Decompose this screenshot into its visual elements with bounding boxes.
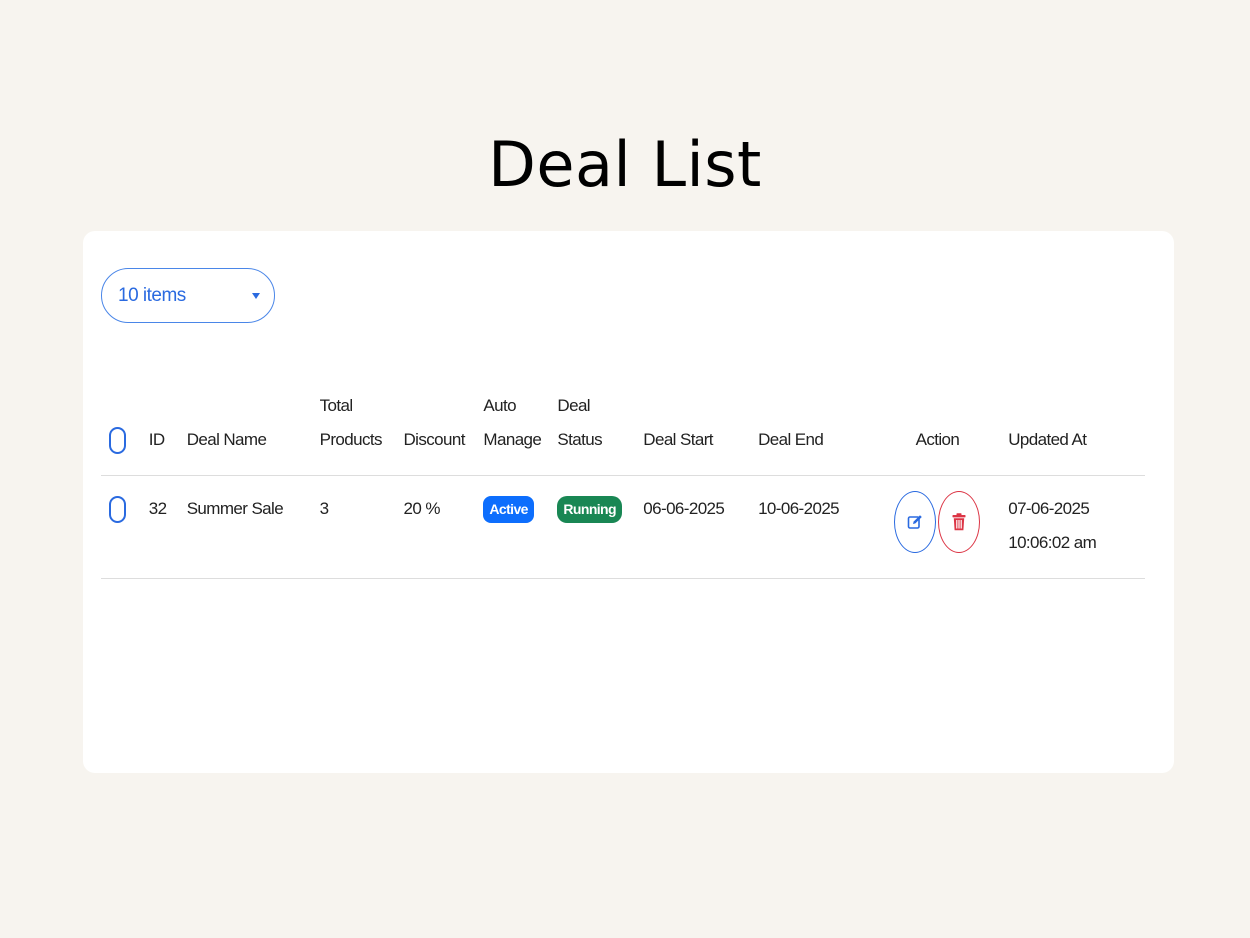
trash-icon: [952, 513, 966, 531]
row-select-cell: [101, 475, 141, 579]
header-auto-manage-line2: Manage: [483, 430, 542, 449]
header-deal-status-line1: Deal: [557, 396, 590, 415]
deals-table: ID Deal Name Total Products Discount Aut…: [101, 389, 1145, 579]
cell-id: 32: [140, 475, 179, 579]
page-size-select[interactable]: 10 items: [101, 268, 275, 323]
page-title: Deal List: [488, 128, 762, 201]
cell-deal-status: Running: [549, 475, 636, 579]
cell-total-products-link[interactable]: 3: [311, 475, 396, 579]
page-size-value: 10 items: [118, 284, 186, 306]
updated-time: 10:06:02 am: [1008, 533, 1097, 552]
table-header-row: ID Deal Name Total Products Discount Aut…: [101, 389, 1145, 476]
updated-date: 07-06-2025: [1008, 499, 1090, 518]
edit-icon: [908, 515, 923, 529]
deal-list-card: 10 items ID Deal Name Total Products Dis…: [83, 231, 1174, 773]
header-total-products: Total Products: [311, 389, 396, 476]
edit-button[interactable]: [894, 491, 937, 553]
header-auto-manage-line1: Auto: [483, 396, 516, 415]
delete-button[interactable]: [938, 491, 981, 553]
select-all-header: [101, 389, 141, 476]
caret-down-icon: [252, 292, 260, 299]
header-discount: Discount: [395, 389, 476, 476]
select-all-checkbox[interactable]: [109, 427, 126, 455]
cell-auto-manage: Active: [475, 475, 550, 579]
cell-updated-at: 07-06-2025 10:06:02 am: [1000, 475, 1145, 579]
header-deal-status: Deal Status: [549, 389, 636, 476]
cell-deal-end: 10-06-2025: [750, 475, 875, 579]
cell-action: [874, 475, 1001, 579]
header-deal-name: Deal Name: [178, 389, 312, 476]
auto-manage-badge: Active: [483, 496, 534, 524]
cell-discount: 20 %: [395, 475, 476, 579]
header-id: ID: [140, 389, 179, 476]
header-total-products-line1: Total: [319, 396, 354, 415]
header-action: Action: [874, 389, 1001, 476]
header-deal-start: Deal Start: [635, 389, 751, 476]
header-deal-status-line2: Status: [557, 430, 603, 449]
header-auto-manage: Auto Manage: [475, 389, 550, 476]
cell-deal-start: 06-06-2025: [635, 475, 751, 579]
header-updated-at: Updated At: [1000, 389, 1145, 476]
cell-deal-name: Summer Sale: [178, 475, 312, 579]
deal-status-badge: Running: [557, 496, 622, 524]
row-checkbox[interactable]: [109, 496, 126, 524]
table-row: 32 Summer Sale 3 20 % Active Running 06-…: [101, 475, 1145, 579]
header-total-products-line2: Products: [319, 430, 383, 449]
header-deal-end: Deal End: [750, 389, 875, 476]
